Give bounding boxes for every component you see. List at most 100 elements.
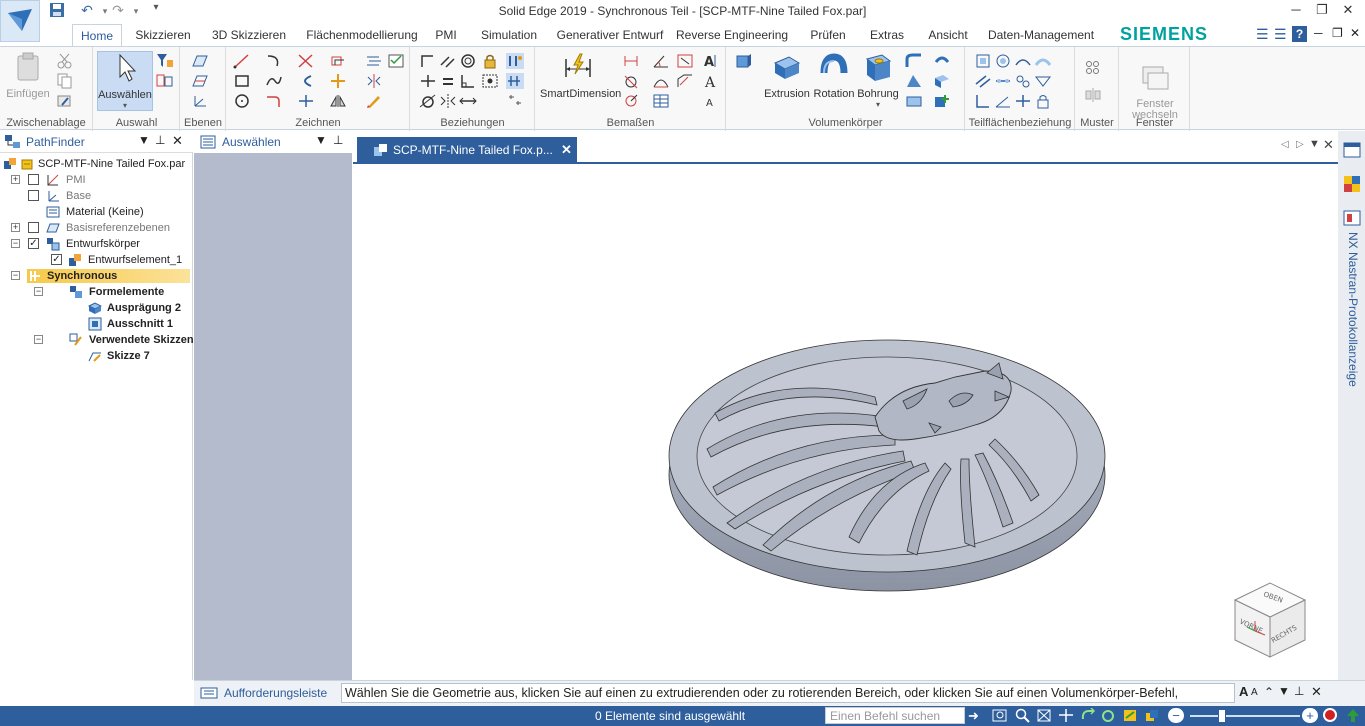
arrange-icon[interactable]: ☰ (1274, 26, 1287, 43)
nx-nastran-panel-tab[interactable]: NX Nastran-Protokollanzeige (1344, 232, 1360, 402)
dimension-table-icon[interactable] (652, 93, 670, 109)
rotate-view-icon[interactable] (1080, 708, 1096, 723)
connect-icon[interactable] (419, 53, 437, 69)
relationship-assistant-icon[interactable] (506, 93, 524, 109)
pattern-icon[interactable] (1084, 59, 1102, 75)
record-icon[interactable] (1323, 708, 1337, 722)
pan-icon[interactable] (1058, 708, 1074, 723)
mirror-body-icon[interactable] (1084, 87, 1102, 103)
concentric-icon[interactable] (459, 53, 477, 69)
color-palette-icon[interactable] (1343, 175, 1361, 193)
document-tab-close-icon[interactable]: ✕ (561, 137, 572, 163)
offset-icon[interactable] (329, 53, 347, 69)
redo-dropdown-icon[interactable]: ▾ (126, 6, 146, 24)
round-icon[interactable] (905, 53, 923, 69)
tree-item-formelemente[interactable]: − Formelemente (0, 284, 192, 300)
nastran-log-icon[interactable] (1343, 209, 1361, 227)
perpendicular-icon[interactable] (459, 73, 477, 89)
text-height-icon[interactable]: A (702, 53, 720, 70)
tab-3d-skizzieren[interactable]: 3D Skizzieren (206, 24, 292, 46)
plane-icon[interactable] (191, 53, 209, 69)
doc-restore-icon[interactable]: ❐ (1332, 26, 1343, 40)
close-window-button[interactable]: ✕ (1336, 2, 1360, 20)
collinear-icon[interactable] (459, 93, 477, 109)
auswaehlen-button[interactable]: Auswählen ▾ (97, 51, 153, 111)
shaded-view-icon[interactable] (1144, 708, 1160, 723)
zoom-slider-thumb[interactable] (1218, 709, 1226, 723)
close-document-icon[interactable]: ✕ (1323, 137, 1334, 153)
prompt-close-icon[interactable]: ✕ (1311, 684, 1322, 700)
prompt-menu-icon[interactable]: ▼ (1278, 684, 1290, 698)
face-align-icon[interactable] (974, 53, 992, 69)
checkbox-entwurfselement[interactable]: ✓ (51, 254, 62, 265)
tab-simulation[interactable]: Simulation (474, 24, 544, 46)
pathfinder-menu-icon[interactable]: ▼ (138, 133, 150, 147)
view-cube[interactable]: OBEN VORNE RECHTS (1225, 575, 1315, 665)
application-menu-button[interactable] (0, 0, 40, 42)
tab-reverse-engineering[interactable]: Reverse Engineering (676, 24, 788, 46)
extrusion-button[interactable]: Extrusion (763, 51, 811, 100)
tab-extras[interactable]: Extras (866, 24, 908, 46)
angle-face-icon[interactable] (994, 93, 1012, 109)
tab-ansicht[interactable]: Ansicht (924, 24, 972, 46)
tab-scroll-right-icon[interactable]: ▷ (1296, 139, 1304, 150)
tree-item-part[interactable]: SCP-MTF-Nine Tailed Fox.par (0, 156, 192, 172)
rigid-face-icon[interactable] (1034, 73, 1052, 89)
split-icon[interactable] (297, 93, 315, 109)
tangent-face-icon[interactable] (1014, 53, 1032, 69)
layout-icon[interactable]: ☰ (1256, 26, 1269, 43)
collapse-prompt-icon[interactable]: ⌃ (1264, 685, 1274, 699)
horizontal-face-icon[interactable] (1014, 93, 1032, 109)
box-primitive-icon[interactable] (735, 53, 753, 69)
symmetric-face-icon[interactable] (1034, 53, 1052, 69)
prompt-pin-icon[interactable]: ⊥ (1294, 684, 1304, 698)
tree-item-entwurfskoerper[interactable]: − ✓ Entwurfskörper (0, 236, 192, 252)
offset-face-icon[interactable] (1014, 73, 1032, 89)
zoom-slider-track[interactable] (1190, 715, 1300, 717)
tree-item-base[interactable]: Base (0, 188, 192, 204)
circle-icon[interactable] (233, 93, 251, 109)
tab-generativer-entwurf[interactable]: Generativer Entwurf (554, 24, 666, 46)
expand-pmi-icon[interactable]: + (11, 175, 20, 184)
pathfinder-pin-icon[interactable]: ⊥ (155, 133, 165, 147)
decrease-font-icon[interactable]: A (1251, 687, 1258, 698)
smartdimension-button[interactable]: SmartDimension (540, 51, 621, 100)
select-panel-menu-icon[interactable]: ▼ (315, 133, 327, 147)
distance-between-icon[interactable] (622, 53, 640, 69)
checkbox-basisreferenzebenen[interactable] (28, 222, 39, 233)
thicken-icon[interactable] (905, 93, 923, 109)
minimize-button[interactable]: ─ (1284, 2, 1308, 20)
format-painter-icon[interactable] (56, 93, 74, 109)
einfuegen-button[interactable]: Einfügen (6, 51, 50, 100)
document-tab[interactable]: SCP-MTF-Nine Tailed Fox.p... ✕ (357, 137, 577, 163)
symmetry-icon[interactable] (365, 73, 383, 89)
trim-icon[interactable] (297, 53, 315, 69)
tree-item-material[interactable]: Material (Keine) (0, 204, 192, 220)
select-tools-icon[interactable] (156, 73, 174, 89)
tree-item-verwendete-skizzen[interactable]: − Verwendete Skizzen (0, 332, 194, 348)
tree-item-synchronous[interactable]: − Synchronous (0, 268, 192, 284)
customize-quick-access-icon[interactable]: ▾ (146, 2, 166, 20)
project-icon[interactable] (365, 53, 383, 69)
tab-list-icon[interactable]: ▼ (1309, 138, 1320, 150)
restore-button[interactable]: ❐ (1310, 2, 1334, 20)
select-panel-pin-icon[interactable]: ⊥ (333, 133, 343, 147)
chamfer-dimension-icon[interactable] (676, 73, 694, 89)
undo-icon[interactable]: ↶ (77, 2, 97, 20)
tangent-icon[interactable] (419, 93, 437, 109)
coplanar-face-icon[interactable] (994, 73, 1012, 89)
sketch-view-icon[interactable] (1122, 708, 1138, 723)
rotation-button[interactable]: Rotation (813, 51, 855, 100)
zoom-in-icon[interactable]: + (1302, 708, 1318, 723)
relationship-handles-icon[interactable] (506, 53, 524, 69)
font-size-icon[interactable]: A (702, 73, 720, 91)
tab-scroll-left-icon[interactable]: ◁ (1281, 139, 1289, 150)
arc-icon[interactable] (265, 53, 283, 69)
mirror-icon[interactable] (329, 93, 347, 109)
save-icon[interactable] (47, 2, 67, 20)
add-body-icon[interactable] (933, 93, 951, 109)
coordinate-system-icon[interactable] (191, 93, 209, 109)
spin-view-icon[interactable] (1100, 708, 1116, 723)
tab-home[interactable]: Home (72, 24, 122, 46)
text-style-icon[interactable]: A (702, 93, 720, 109)
